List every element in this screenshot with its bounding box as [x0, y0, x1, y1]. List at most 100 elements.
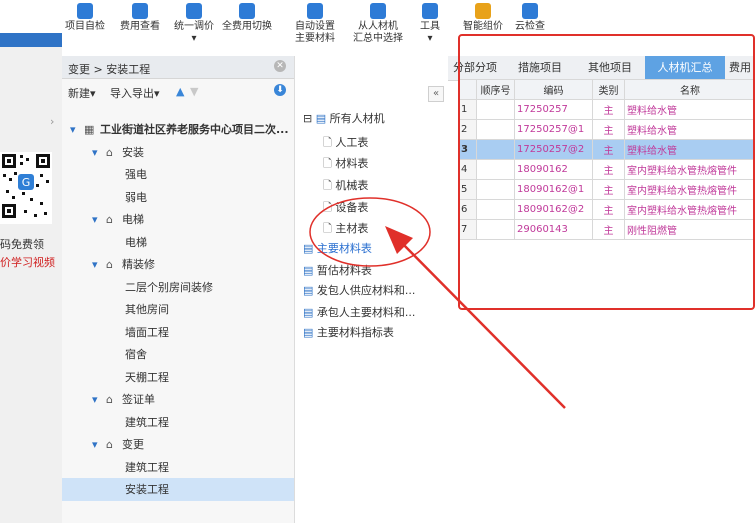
project-tree-header: 变更 > 安装工程 ✕ — [62, 56, 294, 79]
tree-node[interactable]: 宿舍 — [62, 343, 294, 366]
tree-node[interactable]: 天棚工程 — [62, 366, 294, 389]
tree-node[interactable]: ▾ ⌂ 电梯 — [62, 208, 294, 231]
material-tree-node[interactable]: 🗋 材料表 — [323, 155, 368, 174]
house-icon: ⌂ — [106, 438, 113, 451]
collapse-box-icon[interactable]: ⊟ — [303, 112, 316, 125]
tree-node[interactable]: ▾ ⌂ 精装修 — [62, 253, 294, 276]
ribbon-button-0[interactable]: 项目自检 — [62, 0, 108, 33]
tree-node-label: 弱电 — [125, 190, 147, 204]
breadcrumb: 变更 > 安装工程 — [68, 63, 151, 76]
tree-node-label: 其他房间 — [125, 303, 169, 316]
expand-arrow-icon[interactable]: ▾ — [92, 433, 98, 456]
ribbon-label: 自动设置 — [295, 21, 335, 32]
ribbon-button-2[interactable]: 统一调价 ▾ — [168, 0, 220, 45]
ribbon-label: 项目自检 — [65, 21, 105, 32]
ribbon-label: 智能组价 — [463, 21, 503, 32]
tree-node-label: 墙面工程 — [125, 325, 169, 339]
cloud-icon — [522, 3, 538, 19]
ribbon-button-7[interactable]: 智能组价 — [460, 0, 506, 33]
tree-node-label: 安装工程 — [125, 483, 169, 496]
close-icon[interactable]: ✕ — [274, 60, 286, 72]
house-icon: ⌂ — [106, 145, 113, 159]
tree-node-label: 签证单 — [122, 393, 155, 406]
expand-arrow-icon[interactable]: ▾ — [70, 118, 76, 141]
ribbon-sublabel: 主要材料 — [295, 33, 335, 44]
smart-icon — [475, 3, 491, 19]
expand-arrow-icon[interactable]: ▾ — [92, 253, 98, 276]
chevron-right-icon[interactable]: › — [50, 115, 54, 128]
tree-node[interactable]: 安装工程 — [62, 478, 294, 501]
switch-icon — [239, 3, 255, 19]
house-icon: ⌂ — [106, 393, 113, 406]
tree-node[interactable]: 建筑工程 — [62, 456, 294, 479]
move-up-icon[interactable]: ▲ — [176, 85, 184, 98]
expand-arrow-icon[interactable]: ▾ — [92, 141, 98, 164]
tree-node[interactable]: 弱电 — [62, 186, 294, 209]
doc-icon: 🗋 — [323, 136, 336, 149]
ribbon-button-4[interactable]: 自动设置 主要材料 — [290, 0, 340, 45]
tree-node-label: 工业街道社区养老服务中心项目二次... — [100, 123, 289, 136]
ribbon-sublabel: ▾ — [191, 33, 197, 44]
ribbon-label: 从人材机 — [358, 21, 398, 32]
tool-icon — [422, 3, 438, 19]
tree-node-label: 电梯 — [125, 235, 147, 249]
import-export-button[interactable]: 导入导出▾ — [110, 85, 160, 101]
material-tree-label: 人工表 — [335, 136, 369, 149]
auto-icon — [307, 3, 323, 19]
house-icon: ⌂ — [106, 213, 113, 226]
ribbon-label: 工具 — [420, 21, 440, 32]
ribbon-label: 费用查看 — [120, 21, 160, 32]
tree-node-label: 建筑工程 — [125, 415, 169, 429]
tree-node-label: 二层个别房间装修 — [125, 280, 213, 294]
expand-arrow-icon[interactable]: ▾ — [92, 388, 98, 411]
tree-node[interactable]: ▾ ⌂ 签证单 — [62, 388, 294, 411]
project-tree-toolbar: 新建▾ 导入导出▾ ▲ ▼ ⬇ — [62, 80, 294, 102]
tree-node[interactable]: 强电 — [62, 163, 294, 186]
ribbon-sublabel: ▾ — [427, 33, 433, 44]
tree-node-label: 安装 — [122, 145, 144, 159]
tree-node[interactable]: 二层个别房间装修 — [62, 276, 294, 299]
tree-node[interactable]: 建筑工程 — [62, 411, 294, 434]
tree-node[interactable]: 墙面工程 — [62, 321, 294, 344]
ribbon-label: 统一调价 — [174, 21, 214, 32]
tree-node[interactable]: 电梯 — [62, 231, 294, 254]
annotation-arrow-overlay — [309, 197, 566, 409]
ribbon-button-1[interactable]: 费用查看 — [114, 0, 166, 33]
promo-line-1: 码免费领 — [0, 238, 44, 251]
highlight-ellipse — [309, 197, 431, 267]
promo-line-2: 价学习视频 — [0, 256, 55, 269]
tree-node-label: 强电 — [125, 168, 147, 181]
house-icon: ⌂ — [106, 258, 113, 271]
ribbon-button-8[interactable]: 云检查 — [510, 0, 550, 33]
building-icon: ▦ — [84, 123, 95, 136]
material-tree-node[interactable]: ⊟ ▤ 所有人材机 — [303, 110, 385, 126]
check-icon — [77, 3, 93, 19]
svg-text:G: G — [22, 176, 31, 189]
expand-arrow-icon[interactable]: ▾ — [92, 208, 98, 231]
tree-node-label: 精装修 — [122, 258, 155, 271]
adjust-icon — [186, 3, 202, 19]
ribbon-button-5[interactable]: 从人材机 汇总中选择 — [344, 0, 412, 45]
folder-edit-icon: ▤ — [315, 112, 330, 125]
ribbon-sublabel: 汇总中选择 — [353, 33, 403, 44]
ribbon-label: 云检查 — [515, 21, 545, 32]
select-icon — [370, 3, 386, 19]
material-tree-node[interactable]: 🗋 人工表 — [323, 134, 368, 153]
tree-node-label: 变更 — [122, 438, 144, 451]
move-down-icon[interactable]: ▼ — [190, 85, 198, 98]
left-overlay-blue-bar — [0, 33, 62, 47]
tree-node-label: 电梯 — [122, 213, 144, 226]
tree-node[interactable]: ▾ ⌂ 变更 — [62, 433, 294, 456]
new-button[interactable]: 新建▾ — [68, 85, 96, 101]
ribbon-button-6[interactable]: 工具 ▾ — [418, 0, 442, 45]
ribbon-label: 全费用切换 — [222, 21, 272, 32]
tree-node[interactable]: ▾ ⌂ 安装 — [62, 141, 294, 164]
qr-code-image: G — [0, 152, 52, 224]
doc-icon: 🗋 — [323, 157, 336, 170]
collapse-icon[interactable]: ⬇ — [274, 84, 286, 96]
tree-node[interactable]: 其他房间 — [62, 298, 294, 321]
tree-node[interactable]: ▾ ▦ 工业街道社区养老服务中心项目二次... — [62, 118, 294, 141]
money-icon — [132, 3, 148, 19]
ribbon-button-3[interactable]: 全费用切换 — [218, 0, 276, 33]
material-tree-label: 所有人材机 — [329, 112, 385, 125]
